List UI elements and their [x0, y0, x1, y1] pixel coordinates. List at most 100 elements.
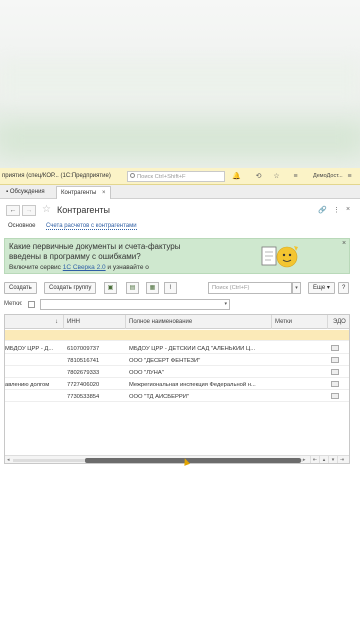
page-first-icon[interactable]: ⇤ — [310, 456, 319, 463]
column-tags[interactable]: Метки — [275, 319, 292, 325]
blur-band — [0, 60, 360, 100]
table-row[interactable]: МБДОУ ЦРР - Д... 6107009737 МБДОУ ЦРР - … — [5, 343, 349, 354]
sverka-link[interactable]: 1С Сверка 2.0 — [63, 264, 106, 271]
scroll-thumb[interactable] — [85, 458, 301, 463]
create-button[interactable]: Создать — [4, 282, 37, 294]
title-bar: приятия (спец/КОР... (1С:Предприятие) По… — [0, 168, 360, 185]
cell-full-name: МБДОУ ЦРР - ДЕТСКИЙ САД "АЛЕНЬКИЙ Ц... — [129, 345, 256, 352]
app-window: приятия (спец/КОР... (1С:Предприятие) По… — [0, 168, 360, 468]
document-icon[interactable]: ▦ — [146, 282, 159, 294]
favorite-star-icon[interactable]: ☆ — [42, 204, 51, 215]
report-icon[interactable]: ▤ — [126, 282, 139, 294]
table-row[interactable]: 7810516741 ООО "ДЕСЕРТ ФЕНТЕЗИ" — [5, 355, 349, 366]
column-divider — [63, 315, 64, 329]
cell-full-name: ООО "ТД АЙСБЕРРИ" — [129, 393, 189, 400]
table-header: ↓ ИНН Полное наименование Метки ЭДО — [5, 315, 349, 329]
scroll-right-icon[interactable]: ▸ — [303, 457, 306, 463]
form-subtabs: Основное Счета расчетов с контрагентами — [0, 222, 360, 234]
edo-icon — [331, 369, 339, 375]
tab-label: Обсуждения — [9, 189, 45, 195]
column-edo[interactable]: ЭДО — [333, 319, 346, 325]
blurred-background-top — [0, 0, 360, 168]
tab-discussions[interactable]: ▪ Обсуждения — [2, 186, 49, 199]
tab-counterparties[interactable]: Контрагенты × — [56, 186, 111, 199]
page-title: Контрагенты — [57, 205, 111, 215]
attachment-icon[interactable]: ⌇ — [164, 282, 177, 294]
banner-close-icon[interactable]: × — [342, 240, 346, 247]
subtab-settlement-accounts[interactable]: Счета расчетов с контрагентами — [46, 223, 137, 230]
table-row[interactable]: 7802679333 ООО "ЛУНА" — [5, 367, 349, 378]
window-menu-icon[interactable]: ≡ — [345, 172, 354, 181]
tags-label: Метки: — [4, 301, 23, 307]
table-row[interactable]: авлению долгом 7727406020 Межрегиональна… — [5, 379, 349, 390]
column-divider — [327, 315, 328, 329]
more-label: Еще — [313, 285, 326, 291]
cell-name: МБДОУ ЦРР - Д... — [5, 345, 54, 352]
help-button[interactable]: ? — [338, 282, 350, 294]
cell-name: авлению долгом — [5, 381, 50, 388]
open-tabs-bar: ▪ Обсуждения Контрагенты × — [0, 185, 360, 199]
counterparties-table: ↓ ИНН Полное наименование Метки ЭДО МБДО… — [4, 314, 350, 464]
back-button[interactable]: ← — [6, 205, 20, 216]
blur-band — [0, 125, 360, 155]
search-icon — [130, 173, 135, 178]
edo-icon — [331, 393, 339, 399]
column-full-name[interactable]: Полное наименование — [129, 319, 192, 325]
column-divider — [271, 315, 272, 329]
close-form-icon[interactable]: × — [346, 206, 350, 213]
scroll-left-icon[interactable]: ◂ — [7, 457, 10, 463]
mascot-illustration-icon — [261, 246, 298, 268]
close-tab-icon[interactable]: × — [102, 190, 106, 196]
search-dropdown-icon[interactable]: ▾ — [292, 282, 301, 294]
column-inn[interactable]: ИНН — [67, 319, 80, 325]
create-group-button[interactable]: Создать группу — [44, 282, 97, 294]
page-down-icon[interactable]: ▾ — [328, 456, 337, 463]
list-toolbar: Создать Создать группу ▣ ▤ ▦ ⌇ Поиск (Ct… — [0, 280, 360, 296]
banner-text: Включите сервис — [9, 264, 63, 271]
list-search-placeholder: Поиск (Ctrl+F) — [212, 285, 250, 291]
edo-icon — [331, 357, 339, 363]
banner-line-2: введены в программу с ошибками? — [9, 252, 141, 261]
tags-checkbox[interactable] — [28, 301, 35, 308]
more-vertical-icon[interactable]: ⋮ — [333, 206, 340, 214]
global-search-placeholder: Поиск Ctrl+Shift+F — [137, 173, 186, 180]
tab-label: Контрагенты — [61, 190, 97, 196]
cell-inn: 7802679333 — [67, 369, 100, 376]
cell-full-name: Межрегиональная инспекция Федеральной н.… — [129, 381, 256, 388]
horizontal-scrollbar[interactable]: ◂ ▸ ⇤ ▴ ▾ ⇥ — [5, 455, 349, 463]
link-icon[interactable]: 🔗 — [318, 206, 327, 214]
table-row[interactable] — [5, 330, 349, 341]
page-last-icon[interactable]: ⇥ — [337, 456, 346, 463]
global-search-input[interactable]: Поиск Ctrl+Shift+F — [127, 171, 225, 182]
tags-select[interactable]: ▾ — [40, 299, 230, 310]
tags-filter: Метки: ▾ — [0, 298, 360, 312]
list-search-input[interactable]: Поиск (Ctrl+F) — [208, 282, 292, 294]
promo-banner: Какие первичные документы и счета-фактур… — [4, 238, 350, 274]
form-header: ← → ☆ Контрагенты 🔗 ⋮ × — [0, 200, 360, 222]
blank-background-bottom — [0, 470, 360, 640]
cell-inn: 7810516741 — [67, 357, 100, 364]
save-icon[interactable]: ▣ — [104, 282, 117, 294]
forward-button[interactable]: → — [22, 205, 36, 216]
cell-inn: 6107009737 — [67, 345, 100, 352]
cell-full-name: ООО "ДЕСЕРТ ФЕНТЕЗИ" — [129, 357, 201, 364]
cell-inn: 7730533854 — [67, 393, 100, 400]
page-up-icon[interactable]: ▴ — [319, 456, 328, 463]
history-icon[interactable]: ⟲ — [254, 172, 263, 181]
banner-line-1: Какие первичные документы и счета-фактур… — [9, 242, 181, 251]
window-title: приятия (спец/КОР... (1С:Предприятие) — [2, 173, 111, 179]
chat-icon: ▪ — [6, 189, 9, 195]
more-button[interactable]: Еще ▾ — [308, 282, 335, 294]
edo-icon — [331, 345, 339, 351]
sort-indicator[interactable]: ↓ — [55, 319, 58, 325]
chevron-down-icon: ▾ — [224, 301, 227, 307]
column-divider — [125, 315, 126, 329]
bell-icon[interactable]: 🔔 — [232, 172, 241, 181]
menu-icon[interactable]: ≡ — [291, 172, 300, 181]
table-row[interactable]: 7730533854 ООО "ТД АЙСБЕРРИ" — [5, 391, 349, 402]
user-name[interactable]: ДемоДост... — [313, 173, 343, 179]
banner-text: и узнавайте о — [105, 264, 149, 271]
star-icon[interactable]: ☆ — [272, 172, 281, 181]
subtab-main[interactable]: Основное — [8, 223, 36, 229]
banner-line-3: Включите сервис 1С Сверка 2.0 и узнавайт… — [9, 264, 149, 271]
